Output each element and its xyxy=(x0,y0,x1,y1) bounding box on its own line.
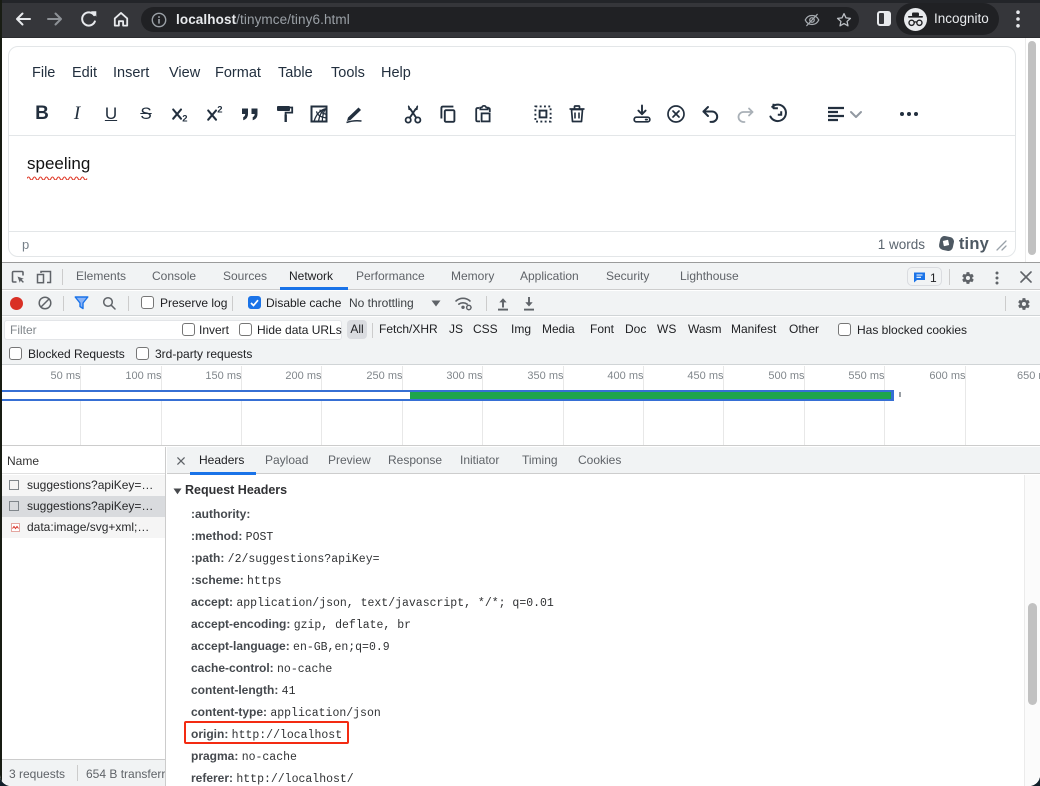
svg-text:2: 2 xyxy=(217,105,222,116)
svg-text:2: 2 xyxy=(182,114,187,125)
